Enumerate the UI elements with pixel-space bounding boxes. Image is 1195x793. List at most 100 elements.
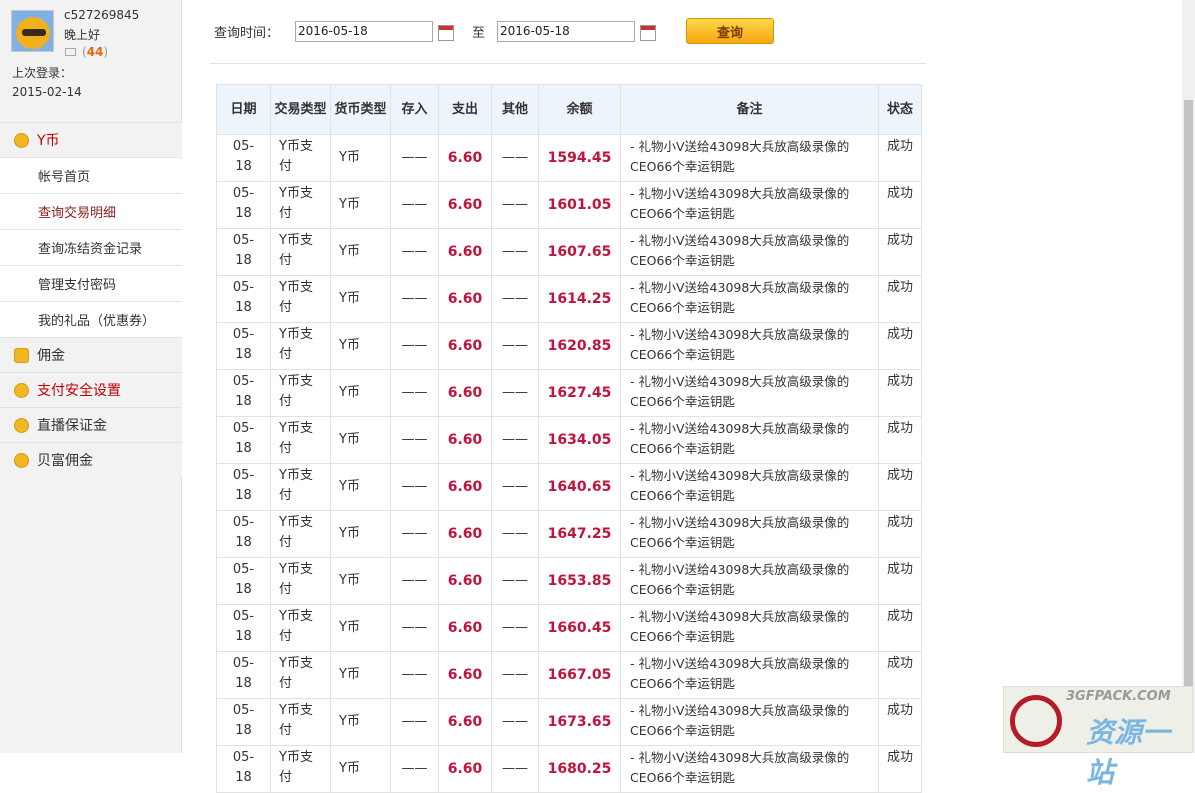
sidebar-item-pay-password[interactable]: 管理支付密码 [0, 265, 182, 301]
cell-balance: 1594.45 [538, 134, 621, 182]
cell-in: —— [390, 510, 439, 558]
table-row: 05-18 Y币支付 Y币 —— 6.60 —— 1640.65- 礼物小V送给43098大… [216, 463, 922, 511]
cell-out: 6.60 [438, 698, 492, 746]
cell-balance: 1607.65 [538, 228, 621, 276]
scrollbar-thumb[interactable] [1184, 100, 1193, 753]
avatar[interactable] [11, 10, 54, 52]
cell-currency: Y币 [330, 698, 391, 746]
cell-status: 成功 [878, 134, 922, 182]
nav-section-yongjin[interactable]: 佣金 [0, 337, 182, 372]
sidebar-item-gifts[interactable]: 我的礼品（优惠券） [0, 301, 182, 337]
cell-date: 05-18 [216, 228, 271, 276]
start-date-input[interactable] [295, 20, 434, 42]
nav-section-beifu[interactable]: 贝富佣金 [0, 442, 182, 477]
cell-type: Y币支付 [270, 698, 331, 746]
nav-section-pay-security[interactable]: 支付安全设置 [0, 372, 182, 407]
nav-section-ybi[interactable]: Y币 [0, 122, 182, 157]
cell-in: —— [390, 416, 439, 464]
calendar-icon[interactable] [438, 24, 455, 41]
cell-other: —— [491, 322, 539, 370]
last-login-date: 2015-02-14 [12, 85, 82, 99]
cell-currency: Y币 [330, 181, 391, 229]
cell-out: 6.60 [438, 651, 492, 699]
cell-balance: 1660.45 [538, 604, 621, 652]
date-separator: 至 [472, 25, 486, 41]
cell-status: 成功 [878, 416, 922, 464]
cell-status: 成功 [878, 275, 922, 323]
cell-date: 05-18 [216, 463, 271, 511]
table-row: 05-18 Y币支付 Y币 —— 6.60 —— 1673.65- 礼物小V送给43098大… [216, 698, 922, 746]
col-header-out: 支出 [438, 84, 492, 135]
cell-note: - 礼物小V送给43098大兵放高级录像的CEO66个幸运钥匙 [620, 181, 879, 229]
calendar-icon[interactable] [640, 24, 657, 41]
cell-other: —— [491, 181, 539, 229]
query-bar: 查询时间： 至 查询 [214, 18, 775, 44]
cell-note: - 礼物小V送给43098大兵放高级录像的CEO66个幸运钥匙 [620, 275, 879, 323]
col-header-other: 其他 [491, 84, 539, 135]
cell-in: —— [390, 557, 439, 605]
cell-currency: Y币 [330, 557, 391, 605]
cell-balance: 1601.05 [538, 181, 621, 229]
table-row: 05-18 Y币支付 Y币 —— 6.60 —— 1667.05- 礼物小V送给43098大… [216, 651, 922, 699]
cell-other: —— [491, 557, 539, 605]
table-row: 05-18 Y币支付 Y币 —— 6.60 —— 1660.45- 礼物小V送给43098大… [216, 604, 922, 652]
nav-section-label: 直播保证金 [37, 418, 107, 434]
cell-date: 05-18 [216, 181, 271, 229]
cell-note: - 礼物小V送给43098大兵放高级录像的CEO66个幸运钥匙 [620, 322, 879, 370]
cell-out: 6.60 [438, 416, 492, 464]
cell-in: —— [390, 322, 439, 370]
last-login-label: 上次登录： [12, 66, 73, 80]
cell-out: 6.60 [438, 463, 492, 511]
table-row: 05-18 Y币支付 Y币 —— 6.60 —— 1614.25- 礼物小V送给43098大… [216, 275, 922, 323]
avatar-glasses [22, 29, 46, 36]
cell-type: Y币支付 [270, 510, 331, 558]
end-date-input[interactable] [497, 20, 636, 42]
mail-icon [65, 48, 76, 56]
cell-balance: 1673.65 [538, 698, 621, 746]
table-row: 05-18 Y币支付 Y币 —— 6.60 —— 1647.25- 礼物小V送给43098大… [216, 510, 922, 558]
cell-note: - 礼物小V送给43098大兵放高级录像的CEO66个幸运钥匙 [620, 698, 879, 746]
sidebar: c527269845 晚上好 (44) 上次登录： 2015-02-14 Y币 … [0, 0, 182, 753]
cell-balance: 1667.05 [538, 651, 621, 699]
sidebar-item-transactions[interactable]: 查询交易明细 [0, 193, 182, 229]
cell-status: 成功 [878, 463, 922, 511]
cell-currency: Y币 [330, 651, 391, 699]
cell-type: Y币支付 [270, 322, 331, 370]
coin-icon [14, 132, 29, 148]
cell-currency: Y币 [330, 510, 391, 558]
nav-section-label: Y币 [37, 133, 60, 149]
nav-section-deposit[interactable]: 直播保证金 [0, 407, 182, 442]
sidebar-item-account-home[interactable]: 帐号首页 [0, 157, 182, 193]
cell-out: 6.60 [438, 134, 492, 182]
cell-type: Y币支付 [270, 651, 331, 699]
moneybag-icon [14, 347, 29, 363]
cell-date: 05-18 [216, 510, 271, 558]
scrollbar[interactable] [1182, 0, 1195, 753]
cell-balance: 1614.25 [538, 275, 621, 323]
table-body: 05-18 Y币支付 Y币 —— 6.60 —— 1594.45- 礼物小V送给43098大… [216, 134, 922, 793]
cell-currency: Y币 [330, 369, 391, 417]
query-button[interactable]: 查询 [686, 18, 775, 44]
cell-in: —— [390, 275, 439, 323]
cell-other: —— [491, 275, 539, 323]
sidebar-item-frozen-funds[interactable]: 查询冻结资金记录 [0, 229, 182, 265]
cell-balance: 1620.85 [538, 322, 621, 370]
cell-other: —— [491, 463, 539, 511]
cell-balance: 1640.65 [538, 463, 621, 511]
cell-in: —— [390, 228, 439, 276]
coin-icon [14, 452, 29, 468]
watermark: 3GFPACK.COM 资源一站 [1003, 686, 1193, 789]
cell-type: Y币支付 [270, 275, 331, 323]
cell-balance: 1634.05 [538, 416, 621, 464]
table-row: 05-18 Y币支付 Y币 —— 6.60 —— 1594.45- 礼物小V送给43098大… [216, 134, 922, 182]
cell-status: 成功 [878, 604, 922, 652]
cell-note: - 礼物小V送给43098大兵放高级录像的CEO66个幸运钥匙 [620, 463, 879, 511]
cell-date: 05-18 [216, 557, 271, 605]
message-link[interactable]: (44) [65, 45, 108, 59]
table-row: 05-18 Y币支付 Y币 —— 6.60 —— 1627.45- 礼物小V送给43098大… [216, 369, 922, 417]
cell-balance: 1627.45 [538, 369, 621, 417]
watermark-logo-icon [1010, 695, 1062, 747]
cell-other: —— [491, 369, 539, 417]
cell-note: - 礼物小V送给43098大兵放高级录像的CEO66个幸运钥匙 [620, 557, 879, 605]
cell-currency: Y币 [330, 416, 391, 464]
